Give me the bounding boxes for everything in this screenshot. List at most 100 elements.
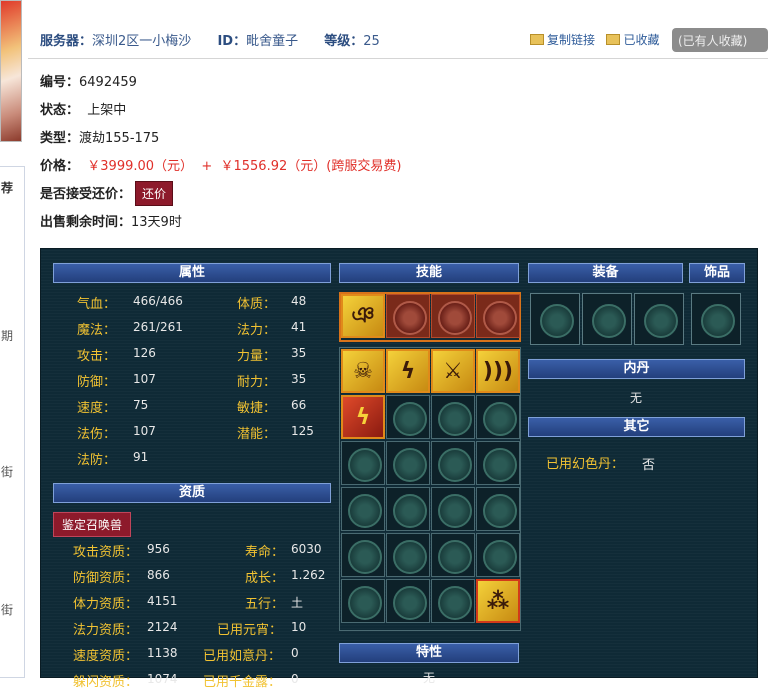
quality-value: 0: [291, 672, 299, 686]
quality-label: 攻击资质：: [73, 545, 139, 560]
quality-value: 1074: [147, 672, 178, 686]
divider: [28, 58, 768, 59]
price-label: 价格：: [40, 159, 80, 174]
level-label: 等级：: [324, 34, 364, 49]
skill-slot-empty[interactable]: [386, 533, 430, 577]
trait-section-title: 特性: [339, 643, 519, 663]
quality-value: 2124: [147, 620, 178, 634]
skill-slot-empty[interactable]: [431, 395, 475, 439]
skill-slot[interactable]: ⁂: [476, 579, 520, 623]
skill-slot-empty[interactable]: [431, 487, 475, 531]
skill-slot-empty[interactable]: [431, 441, 475, 485]
id-label: ID：: [217, 34, 247, 49]
skill-slot-empty[interactable]: [386, 487, 430, 531]
price-main: ￥3999.00（元）: [87, 159, 194, 174]
equipment-section-title: 装备: [528, 263, 683, 283]
skill-slot-empty[interactable]: [341, 579, 385, 623]
orbs-icon: ⁂: [486, 588, 510, 614]
attr-section-title: 属性: [53, 263, 331, 283]
skill-slot-empty[interactable]: [341, 441, 385, 485]
favorite-icon: [606, 34, 621, 45]
left-panel-item[interactable]: 期: [1, 327, 13, 344]
quality-value: 6030: [291, 542, 322, 556]
attr-label: 耐力：: [237, 375, 277, 390]
special-skill-slot-empty[interactable]: [431, 294, 475, 338]
quality-label: 防御资质：: [73, 571, 139, 586]
quality-label: 五行：: [245, 597, 285, 612]
status-row: 状态： 上架中: [40, 99, 126, 118]
header-links: 复制链接 已收藏: [530, 31, 659, 48]
pet-detail-panel: 属性 气血： 466/466 魔法： 261/261 攻击： 126 防御： 107 速…: [40, 248, 758, 690]
attr-value: 107: [133, 372, 156, 386]
skill-slot-empty[interactable]: [431, 579, 475, 623]
crossed-swords-icon: ⚔: [443, 358, 463, 384]
attr-label: 潜能：: [237, 427, 277, 442]
skill-slot-empty[interactable]: [386, 395, 430, 439]
bargain-row: 是否接受还价： 还价: [40, 181, 174, 206]
skill-slot[interactable]: ☠: [341, 349, 385, 393]
attr-value: 126: [133, 346, 156, 360]
attr-value: 75: [133, 398, 149, 412]
left-panel-item[interactable]: 街: [1, 601, 13, 618]
skill-slot-empty[interactable]: [476, 487, 520, 531]
skill-slot-empty[interactable]: [341, 487, 385, 531]
quality-section-title: 资质: [53, 483, 331, 503]
attr-value: 107: [133, 424, 156, 438]
type-row: 类型：渡劫155-175: [40, 127, 159, 146]
skill-slot[interactable]: ϟ: [341, 395, 385, 439]
left-sidebar-strip: 荐 期 街 街: [0, 0, 25, 678]
favorite-button[interactable]: 已收藏: [623, 33, 659, 47]
skill-slot[interactable]: ϟ: [386, 349, 430, 393]
attr-label: 法防：: [77, 453, 117, 468]
skill-slot-empty[interactable]: [386, 441, 430, 485]
attr-label: 气血：: [77, 297, 117, 312]
equipment-slot[interactable]: [530, 293, 580, 345]
quality-label: 寿命：: [245, 545, 285, 560]
attr-label: 攻击：: [77, 349, 117, 364]
attr-value: 48: [291, 294, 307, 308]
time-value: 13天9时: [131, 215, 182, 230]
bargain-button[interactable]: 还价: [135, 181, 174, 206]
quality-label: 已用千金露：: [203, 675, 282, 690]
identify-pet-button[interactable]: 鉴定召唤兽: [53, 512, 132, 537]
quality-value: 1.262: [291, 568, 326, 582]
price-plus: +: [201, 159, 213, 174]
skill-slot-empty[interactable]: [476, 441, 520, 485]
skill-slot-empty[interactable]: [341, 533, 385, 577]
neidan-section-title: 内丹: [528, 359, 745, 379]
skill-slot-empty[interactable]: [476, 533, 520, 577]
other-label: 已用幻色丹：: [546, 457, 625, 472]
skill-slot[interactable]: ))): [476, 349, 520, 393]
skill-slot[interactable]: ⚔: [431, 349, 475, 393]
attr-label: 法伤：: [77, 427, 117, 442]
quality-label: 已用元宵：: [217, 623, 283, 638]
quality-label: 已用如意丹：: [203, 649, 282, 664]
special-skill-slot-empty[interactable]: [476, 294, 520, 338]
server-label: 服务器：: [40, 34, 93, 49]
attr-label: 敏捷：: [237, 401, 277, 416]
price-row: 价格： ￥3999.00（元） + ￥1556.92（元）(跨服交易费): [40, 155, 401, 174]
equipment-slot[interactable]: [634, 293, 684, 345]
attr-value: 41: [291, 320, 307, 334]
special-skill-slot-empty[interactable]: [386, 294, 430, 338]
bargain-label: 是否接受还价：: [40, 187, 132, 202]
skill-slot-empty[interactable]: [386, 579, 430, 623]
copy-link-button[interactable]: 复制链接: [547, 33, 595, 47]
left-panel-item[interactable]: 街: [1, 463, 13, 480]
other-value: 否: [642, 458, 656, 473]
skill-slot-empty[interactable]: [431, 533, 475, 577]
left-panel: 荐 期 街 街: [0, 166, 25, 678]
neidan-value: 无: [630, 391, 643, 405]
equipment-slot[interactable]: [582, 293, 632, 345]
status-label: 状态：: [40, 103, 80, 118]
attr-value: 66: [291, 398, 307, 412]
attr-value: 466/466: [133, 294, 183, 308]
skill-slot-empty[interactable]: [476, 395, 520, 439]
quality-label: 法力资质：: [73, 623, 139, 638]
accessory-slot[interactable]: [691, 293, 741, 345]
quality-value: 956: [147, 542, 170, 556]
quality-label: 体力资质：: [73, 597, 139, 612]
special-skill-slot[interactable]: ঞ: [341, 294, 385, 338]
status-value: 上架中: [87, 103, 127, 118]
quality-label: 躲闪资质：: [73, 675, 139, 690]
